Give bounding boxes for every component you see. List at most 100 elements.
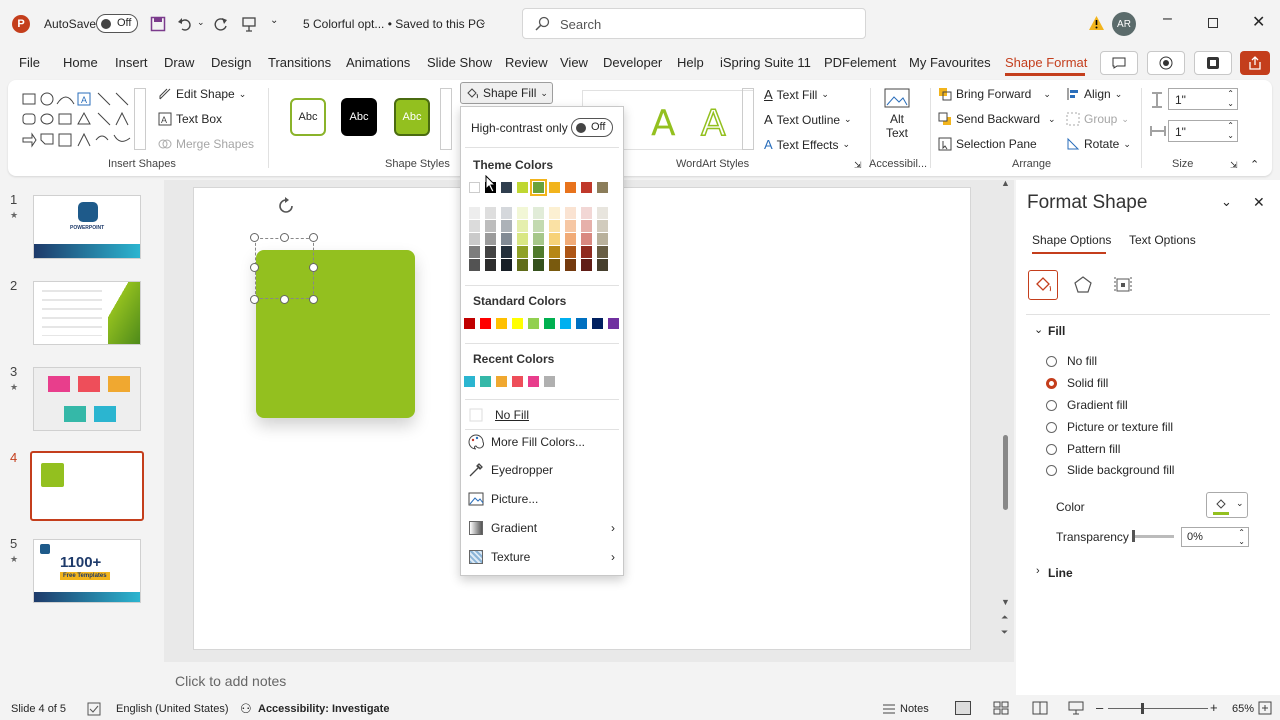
minimize-icon[interactable]: – bbox=[1163, 10, 1172, 28]
theme-shade-swatch[interactable] bbox=[597, 259, 608, 271]
style-sample-outline[interactable]: Abc bbox=[290, 98, 326, 136]
zoom-in-icon[interactable]: + bbox=[1210, 700, 1218, 715]
resize-handle[interactable] bbox=[250, 233, 259, 242]
theme-shade-swatch[interactable] bbox=[469, 259, 480, 271]
standard-color-swatch[interactable] bbox=[496, 318, 507, 329]
accessibility-status[interactable]: Accessibility: Investigate bbox=[258, 703, 389, 715]
theme-shade-swatch[interactable] bbox=[501, 233, 512, 245]
avatar[interactable]: AR bbox=[1112, 12, 1136, 36]
edit-shape-button[interactable]: Edit Shape ⌄ bbox=[158, 87, 246, 101]
size-properties-icon[interactable] bbox=[1108, 270, 1138, 300]
bring-forward-button[interactable]: Bring Forward ⌄ bbox=[938, 87, 1051, 101]
undo-dropdown-icon[interactable]: ⌄ bbox=[197, 17, 205, 28]
width-input[interactable]: 1" ⌃ ⌄ bbox=[1168, 120, 1238, 142]
save-icon[interactable] bbox=[149, 15, 167, 33]
no-fill-option[interactable]: No fill bbox=[1046, 354, 1097, 368]
theme-shade-swatch[interactable] bbox=[485, 233, 496, 245]
slide-background-fill-option[interactable]: Slide background fill bbox=[1046, 463, 1174, 477]
prev-slide-icon[interactable]: ⏶ bbox=[1001, 612, 1008, 623]
wordart-gallery-scroll[interactable] bbox=[742, 88, 754, 150]
theme-shade-swatch[interactable] bbox=[581, 246, 592, 258]
shapes-gallery-scroll[interactable] bbox=[134, 88, 146, 150]
recent-color-swatch[interactable] bbox=[496, 376, 507, 387]
group-button[interactable]: Group ⌄ bbox=[1066, 112, 1129, 126]
effects-icon[interactable] bbox=[1068, 270, 1098, 300]
theme-shade-swatch[interactable] bbox=[597, 207, 608, 219]
tab-help[interactable]: Help bbox=[677, 55, 704, 70]
no-fill-item[interactable]: No Fill bbox=[461, 402, 623, 428]
standard-color-swatch[interactable] bbox=[464, 318, 475, 329]
standard-color-swatch[interactable] bbox=[592, 318, 603, 329]
alt-text-button[interactable]: Alt Text bbox=[878, 86, 916, 150]
shapes-gallery[interactable]: A bbox=[20, 90, 142, 148]
styles-gallery-scroll[interactable] bbox=[440, 88, 452, 150]
theme-shade-swatch[interactable] bbox=[565, 207, 576, 219]
zoom-out-icon[interactable]: – bbox=[1096, 700, 1103, 715]
transparency-slider[interactable] bbox=[1132, 530, 1174, 542]
fit-slide-icon[interactable] bbox=[1258, 701, 1272, 715]
theme-shade-swatch[interactable] bbox=[469, 220, 480, 232]
height-spinner-icon[interactable]: ⌃ ⌄ bbox=[1227, 89, 1234, 109]
tab-draw[interactable]: Draw bbox=[164, 55, 194, 70]
tab-insert[interactable]: Insert bbox=[115, 55, 148, 70]
text-box-button[interactable]: A Text Box bbox=[158, 112, 222, 126]
theme-shade-swatch[interactable] bbox=[581, 220, 592, 232]
theme-shade-swatch[interactable] bbox=[485, 220, 496, 232]
tab-my-favourites[interactable]: My Favourites bbox=[909, 55, 991, 70]
theme-shade-swatch[interactable] bbox=[517, 246, 528, 258]
zoom-slider[interactable] bbox=[1108, 703, 1208, 714]
theme-shade-swatch[interactable] bbox=[549, 207, 560, 219]
slider-handle[interactable] bbox=[1132, 530, 1135, 542]
tab-developer[interactable]: Developer bbox=[603, 55, 662, 70]
standard-color-swatch[interactable] bbox=[560, 318, 571, 329]
redo-icon[interactable] bbox=[212, 15, 230, 33]
teams-button[interactable] bbox=[1194, 51, 1232, 75]
theme-shade-swatch[interactable] bbox=[501, 220, 512, 232]
picture-texture-fill-option[interactable]: Picture or texture fill bbox=[1046, 420, 1173, 434]
pane-close-icon[interactable]: ✕ bbox=[1253, 194, 1265, 211]
recent-color-swatch[interactable] bbox=[464, 376, 475, 387]
restore-icon[interactable] bbox=[1208, 18, 1218, 28]
size-launcher-icon[interactable]: ⇲ bbox=[1230, 160, 1238, 171]
theme-shade-swatch[interactable] bbox=[549, 259, 560, 271]
theme-shade-swatch[interactable] bbox=[517, 220, 528, 232]
pattern-fill-option[interactable]: Pattern fill bbox=[1046, 442, 1120, 456]
recent-color-swatch[interactable] bbox=[544, 376, 555, 387]
comments-button[interactable] bbox=[1100, 51, 1138, 75]
resize-handle[interactable] bbox=[280, 295, 289, 304]
standard-color-swatch[interactable] bbox=[512, 318, 523, 329]
zoom-handle[interactable] bbox=[1141, 703, 1144, 714]
tab-design[interactable]: Design bbox=[211, 55, 251, 70]
scroll-thumb[interactable] bbox=[1003, 435, 1008, 510]
slide-thumbnail-4[interactable] bbox=[30, 451, 144, 521]
transparency-spinner-icon[interactable]: ⌃ ⌄ bbox=[1238, 528, 1245, 546]
recent-color-swatch[interactable] bbox=[528, 376, 539, 387]
scroll-up-icon[interactable]: ▲ bbox=[1001, 178, 1010, 188]
customize-toolbar-icon[interactable]: ⌄ bbox=[270, 15, 278, 26]
tab-ispring[interactable]: iSpring Suite 11 bbox=[720, 55, 811, 70]
theme-shade-swatch[interactable] bbox=[485, 259, 496, 271]
eyedropper-item[interactable]: Eyedropper bbox=[461, 457, 623, 483]
resize-handle[interactable] bbox=[250, 295, 259, 304]
rotate-button[interactable]: Rotate ⌄ bbox=[1066, 137, 1131, 151]
theme-shade-swatch[interactable] bbox=[565, 246, 576, 258]
reading-view-icon[interactable] bbox=[1032, 701, 1048, 715]
transparency-input[interactable]: 0% ⌃ ⌄ bbox=[1181, 527, 1249, 547]
wordart-launcher-icon[interactable]: ⇲ bbox=[854, 160, 862, 171]
theme-shade-swatch[interactable] bbox=[533, 233, 544, 245]
slide-thumbnail-3[interactable] bbox=[33, 367, 141, 431]
pane-options-chevron-icon[interactable]: ⌄ bbox=[1221, 194, 1232, 210]
text-fill-button[interactable]: A Text Fill ⌄ bbox=[764, 87, 829, 102]
resize-handle[interactable] bbox=[309, 263, 318, 272]
theme-shade-swatch[interactable] bbox=[533, 246, 544, 258]
vertical-scrollbar[interactable]: ▲ ▼ ⏶ ⏷ bbox=[1000, 178, 1012, 642]
tab-text-options[interactable]: Text Options bbox=[1129, 233, 1196, 247]
texture-item[interactable]: Texture › bbox=[461, 544, 623, 570]
tab-transitions[interactable]: Transitions bbox=[268, 55, 331, 70]
tab-home[interactable]: Home bbox=[63, 55, 98, 70]
title-chevron-down-icon[interactable]: ⌄ bbox=[478, 15, 487, 28]
theme-color-swatch[interactable] bbox=[501, 182, 512, 193]
theme-shade-swatch[interactable] bbox=[517, 207, 528, 219]
recent-color-swatch[interactable] bbox=[480, 376, 491, 387]
tab-view[interactable]: View bbox=[560, 55, 588, 70]
